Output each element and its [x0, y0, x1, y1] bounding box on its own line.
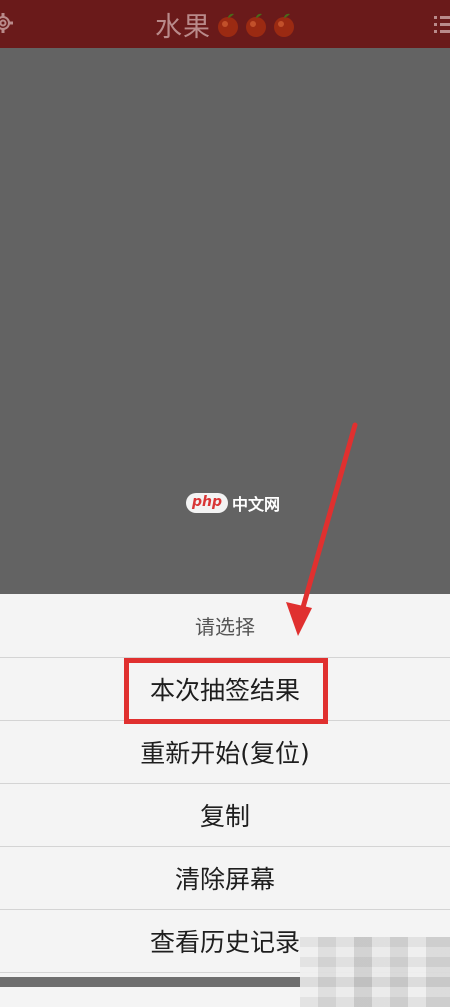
option-restart-reset[interactable]: 重新开始(复位): [0, 721, 450, 784]
option-draw-result[interactable]: 本次抽签结果: [0, 658, 450, 724]
watermark-text: 中文网: [232, 495, 281, 514]
orange-icon: [271, 12, 295, 37]
watermark: php 中文网: [186, 491, 280, 515]
app-header: 水果: [0, 0, 450, 48]
gear-icon[interactable]: [0, 12, 14, 34]
orange-icon: [243, 12, 267, 37]
list-menu-icon[interactable]: [434, 14, 450, 36]
option-label: 清除屏幕: [174, 865, 275, 894]
option-label: 查看历史记录: [149, 928, 300, 957]
page-title: 水果: [155, 11, 211, 43]
sheet-title: 请选择: [0, 594, 450, 658]
watermark-badge: php: [186, 493, 229, 513]
option-label: 复制: [199, 802, 250, 831]
option-clear-screen[interactable]: 清除屏幕: [0, 847, 450, 910]
option-label: 重新开始(复位): [140, 739, 310, 768]
header-title-group: 水果: [155, 5, 295, 44]
mosaic-overlay: [300, 937, 450, 1007]
option-copy[interactable]: 复制: [0, 784, 450, 847]
orange-icon: [215, 12, 239, 37]
highlight-box: [124, 658, 328, 724]
